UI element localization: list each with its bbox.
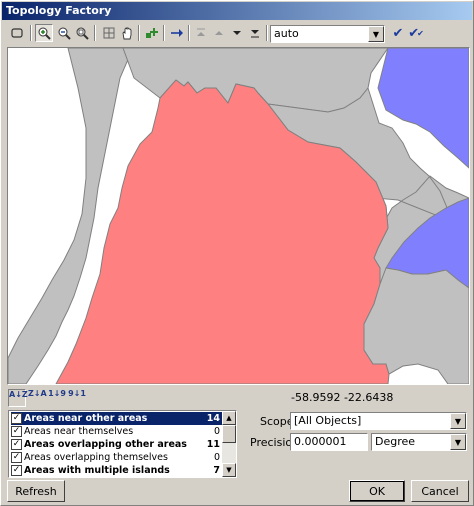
next-icon[interactable] [228,24,246,42]
list-item[interactable]: ✓ Areas near themselves 0 [11,425,223,438]
chevron-down-icon[interactable]: ▼ [450,434,466,450]
zoom-in-icon[interactable] [35,24,53,42]
scope-select[interactable]: [All Objects] ▼ [290,412,467,430]
grid-icon[interactable] [100,24,118,42]
window-title: Topology Factory [2,2,472,20]
topology-factory-window: Topology Factory auto ▼ ✔ ✔ ✔ A↓Z Z↓A 1↓… [0,0,474,506]
zoom-level-combo[interactable]: auto ▼ [270,25,385,43]
ok-button[interactable]: OK [349,480,405,502]
error-type-list[interactable]: ✓ Areas near other areas 14 ✓ Areas near… [8,410,237,478]
chevron-down-icon[interactable]: ▼ [450,413,466,429]
zoom-out-icon[interactable] [55,24,73,42]
list-item[interactable]: ✓ Areas near other areas 14 [11,412,223,425]
list-scrollbar[interactable]: ▲ ▼ [222,411,236,477]
toolbar-separator [188,25,190,41]
chevron-down-icon[interactable]: ▼ [368,26,384,42]
toolbar-separator [266,25,268,41]
refresh-button[interactable]: Refresh [7,480,65,502]
toolbar: auto ▼ ✔ ✔ ✔ [5,23,471,45]
map-view[interactable] [7,47,470,385]
toolbar-separator [30,25,32,41]
add-node-icon[interactable] [143,24,161,42]
scroll-up-icon[interactable]: ▲ [222,411,236,425]
sort-19-icon[interactable]: 1↓9 [48,389,66,407]
checkbox[interactable]: ✓ [11,465,22,476]
sort-za-icon[interactable]: Z↓A [28,389,47,407]
checkbox[interactable]: ✓ [11,426,22,437]
first-icon[interactable] [192,24,210,42]
pan-hand-icon[interactable] [118,24,136,42]
toolbar-separator [94,25,96,41]
toolbar-separator [163,25,165,41]
zoom-level-value: auto [274,27,299,40]
coordinate-readout: -58.9592 -22.6438 [291,391,394,404]
arrow-right-icon[interactable] [168,24,186,42]
select-icon[interactable] [8,24,26,42]
list-item[interactable]: ✓ Areas overlapping other areas 11 [11,438,223,451]
precision-input[interactable]: 0.000001 [290,433,368,451]
zoom-extent-icon[interactable] [73,24,91,42]
scroll-thumb[interactable] [222,425,236,443]
sort-91-icon[interactable]: 9↓1 [68,389,86,407]
check-icon[interactable]: ✔ [389,24,407,42]
last-icon[interactable] [246,24,264,42]
list-item[interactable]: ✓ Areas with multiple islands 7 [11,464,223,477]
checkbox[interactable]: ✓ [11,439,22,450]
checkbox[interactable]: ✓ [11,413,22,424]
scroll-down-icon[interactable]: ▼ [222,463,236,477]
sort-az-icon[interactable]: A↓Z [8,389,28,407]
check-all-icon[interactable]: ✔ ✔ [407,24,425,42]
checkbox[interactable]: ✓ [11,452,22,463]
list-item[interactable]: ✓ Areas overlapping themselves 0 [11,451,223,464]
precision-unit-select[interactable]: Degree ▼ [371,433,467,451]
toolbar-separator [138,25,140,41]
previous-icon[interactable] [210,24,228,42]
cancel-button[interactable]: Cancel [411,480,469,502]
map-canvas[interactable] [8,48,469,384]
